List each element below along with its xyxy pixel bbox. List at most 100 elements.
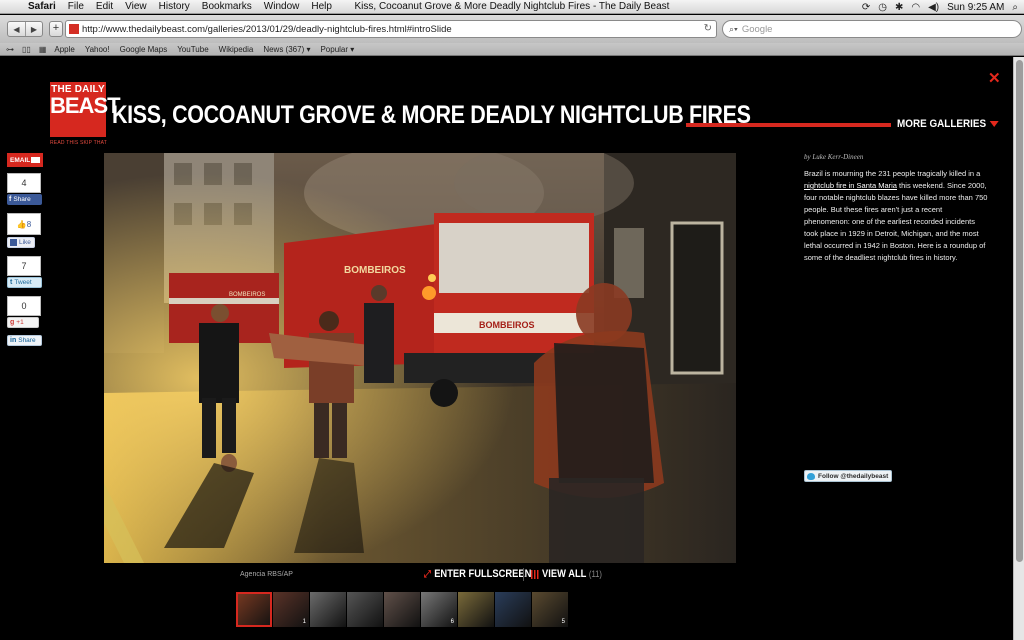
gallery-thumbnail[interactable] [310, 592, 346, 627]
view-all-label: VIEW ALL [542, 568, 587, 580]
add-bookmark-button[interactable]: + [49, 21, 63, 37]
menu-window[interactable]: Window [258, 1, 306, 12]
bookmark-google-maps[interactable]: Google Maps [120, 45, 168, 54]
gallery-thumbnail[interactable] [384, 592, 420, 627]
nightclub-fire-link[interactable]: nightclub fire in Santa Maria [804, 181, 897, 190]
facebook-share-count: 4 [7, 173, 41, 193]
facebook-icon: f [9, 196, 12, 203]
fullscreen-icon: ⤢ [424, 568, 431, 580]
menu-file[interactable]: File [62, 1, 90, 12]
gallery-thumbnail[interactable]: 1 [273, 592, 309, 627]
time-machine-icon[interactable]: ◷ [878, 2, 887, 13]
gallery-thumbnail[interactable] [458, 592, 494, 627]
nav-buttons: ◀ ▶ [7, 21, 43, 37]
spotlight-icon[interactable]: ⌕ [1012, 2, 1018, 13]
gallery-intro-text: Brazil is mourning the 231 people tragic… [804, 168, 988, 264]
menu-status-area: ⟳ ◷ ✱ ◠ ◀) Sun 9:25 AM ⌕ [862, 0, 1018, 14]
gallery-thumbnail[interactable] [236, 592, 272, 627]
bluetooth-icon[interactable]: ✱ [895, 2, 903, 13]
address-bar[interactable]: http://www.thedailybeast.com/galleries/2… [65, 20, 717, 38]
gallery-page: ✕ THE DAILY BEAST READ THIS SKIP THAT KI… [0, 57, 1013, 640]
close-gallery-icon[interactable]: ✕ [988, 69, 1001, 87]
email-button[interactable]: EMAIL [7, 153, 43, 167]
title-rule [686, 123, 891, 127]
gallery-thumbnail[interactable] [495, 592, 531, 627]
back-button[interactable]: ◀ [8, 22, 25, 36]
twitter-icon: t [10, 279, 13, 286]
thumbnail-number: 1 [302, 619, 306, 625]
mac-menu-bar: Safari File Edit View History Bookmarks … [0, 0, 1024, 14]
reading-list-icon[interactable]: ⊶ [6, 45, 14, 54]
menu-history[interactable]: History [153, 1, 196, 12]
sync-icon[interactable]: ⟳ [862, 2, 870, 13]
linkedin-icon: in [10, 337, 17, 344]
big-truck-cab-label: BOMBEIROS [344, 265, 406, 276]
tweet-label: Tweet [14, 279, 32, 286]
gplus-button[interactable]: g +1 [7, 317, 39, 328]
bookmark-youtube[interactable]: YouTube [177, 45, 208, 54]
tweet-button[interactable]: t Tweet [7, 277, 42, 288]
thumbnail-number: 5 [561, 619, 565, 625]
bookmarks-bar: ⊶ ▯▯ ▦ Apple Yahoo! Google Maps YouTube … [0, 43, 1024, 56]
bookmarks-book-icon[interactable]: ▯▯ [22, 45, 31, 54]
facebook-like-icon [10, 239, 17, 246]
menu-help[interactable]: Help [305, 1, 338, 12]
logo-tagline: READ THIS SKIP THAT [50, 140, 108, 146]
bookmark-wikipedia[interactable]: Wikipedia [219, 45, 254, 54]
daily-beast-logo[interactable]: THE DAILY BEAST [50, 82, 121, 137]
menu-edit[interactable]: Edit [90, 1, 119, 12]
facebook-share-button[interactable]: f Share [7, 194, 42, 205]
more-galleries-button[interactable]: MORE GALLERIES [897, 118, 999, 130]
gplus-label: +1 [16, 319, 24, 326]
scrollbar-thumb[interactable] [1016, 60, 1023, 562]
reload-icon[interactable]: ↻ [704, 23, 712, 34]
gplus-count: 0 [7, 296, 41, 316]
gallery-thumbnail[interactable] [347, 592, 383, 627]
more-galleries-label: MORE GALLERIES [897, 118, 987, 130]
twitter-follow-button[interactable]: Follow @thedailybeast [804, 470, 892, 482]
gallery-thumbnail[interactable]: 5 [532, 592, 568, 627]
tweet-count: 7 [7, 256, 41, 276]
linkedin-label: Share [18, 337, 36, 344]
facebook-like-button[interactable]: Like [7, 237, 35, 248]
intro-text-after: this weekend. Since 2000, four notable n… [804, 181, 988, 262]
wifi-icon[interactable]: ◠ [911, 2, 920, 13]
bookmark-popular[interactable]: Popular ▾ [320, 45, 354, 54]
enter-fullscreen-button[interactable]: ⤢ ENTER FULLSCREEN [424, 568, 531, 580]
bookmark-yahoo[interactable]: Yahoo! [85, 45, 110, 54]
clock[interactable]: Sun 9:25 AM [947, 2, 1004, 13]
page-scrollbar[interactable] [1013, 57, 1024, 640]
view-all-button[interactable]: VIEW ALL (11) [531, 568, 602, 580]
site-favicon-icon [69, 24, 79, 34]
like-count-value: 8 [26, 219, 32, 229]
thumbs-up-icon: 👍 [16, 219, 27, 229]
menu-bookmarks[interactable]: Bookmarks [196, 1, 258, 12]
email-label: EMAIL [10, 156, 31, 164]
linkedin-share-button[interactable]: in Share [7, 335, 42, 346]
forward-button[interactable]: ▶ [25, 22, 42, 36]
byline: by Luke Kerr-Dineen [804, 153, 864, 161]
top-sites-icon[interactable]: ▦ [39, 45, 47, 54]
fire-scene-image: BOMBEIROS BOMBEIROS BOMBEIROS [104, 153, 736, 563]
bookmark-news[interactable]: News (367) ▾ [263, 45, 310, 54]
bookmark-apple[interactable]: Apple [54, 45, 74, 54]
menu-app-name[interactable]: Safari [22, 1, 62, 12]
facebook-like-count: 👍 8 [7, 213, 41, 235]
big-truck-side-label: BOMBEIROS [479, 320, 535, 330]
like-label: Like [19, 239, 31, 246]
facebook-share-label: Share [13, 196, 31, 203]
menu-view[interactable]: View [119, 1, 153, 12]
gplus-icon: g [10, 319, 15, 326]
gallery-thumbnail[interactable]: 6 [421, 592, 457, 627]
fullscreen-label: ENTER FULLSCREEN [434, 568, 532, 580]
envelope-icon [31, 157, 40, 163]
volume-icon[interactable]: ◀) [928, 2, 939, 13]
browser-toolbar: ◀ ▶ + http://www.thedailybeast.com/galle… [0, 15, 1024, 43]
small-truck-label: BOMBEIROS [229, 292, 265, 298]
search-field[interactable]: ⌕▾ Google [722, 20, 1022, 38]
gallery-main-photo[interactable]: BOMBEIROS BOMBEIROS BOMBEIROS [104, 153, 736, 563]
grid-icon [531, 569, 539, 579]
controls-separator [523, 568, 524, 581]
search-icon: ⌕▾ [729, 23, 738, 34]
photo-credit: Agencia RBS/AP [240, 571, 293, 578]
